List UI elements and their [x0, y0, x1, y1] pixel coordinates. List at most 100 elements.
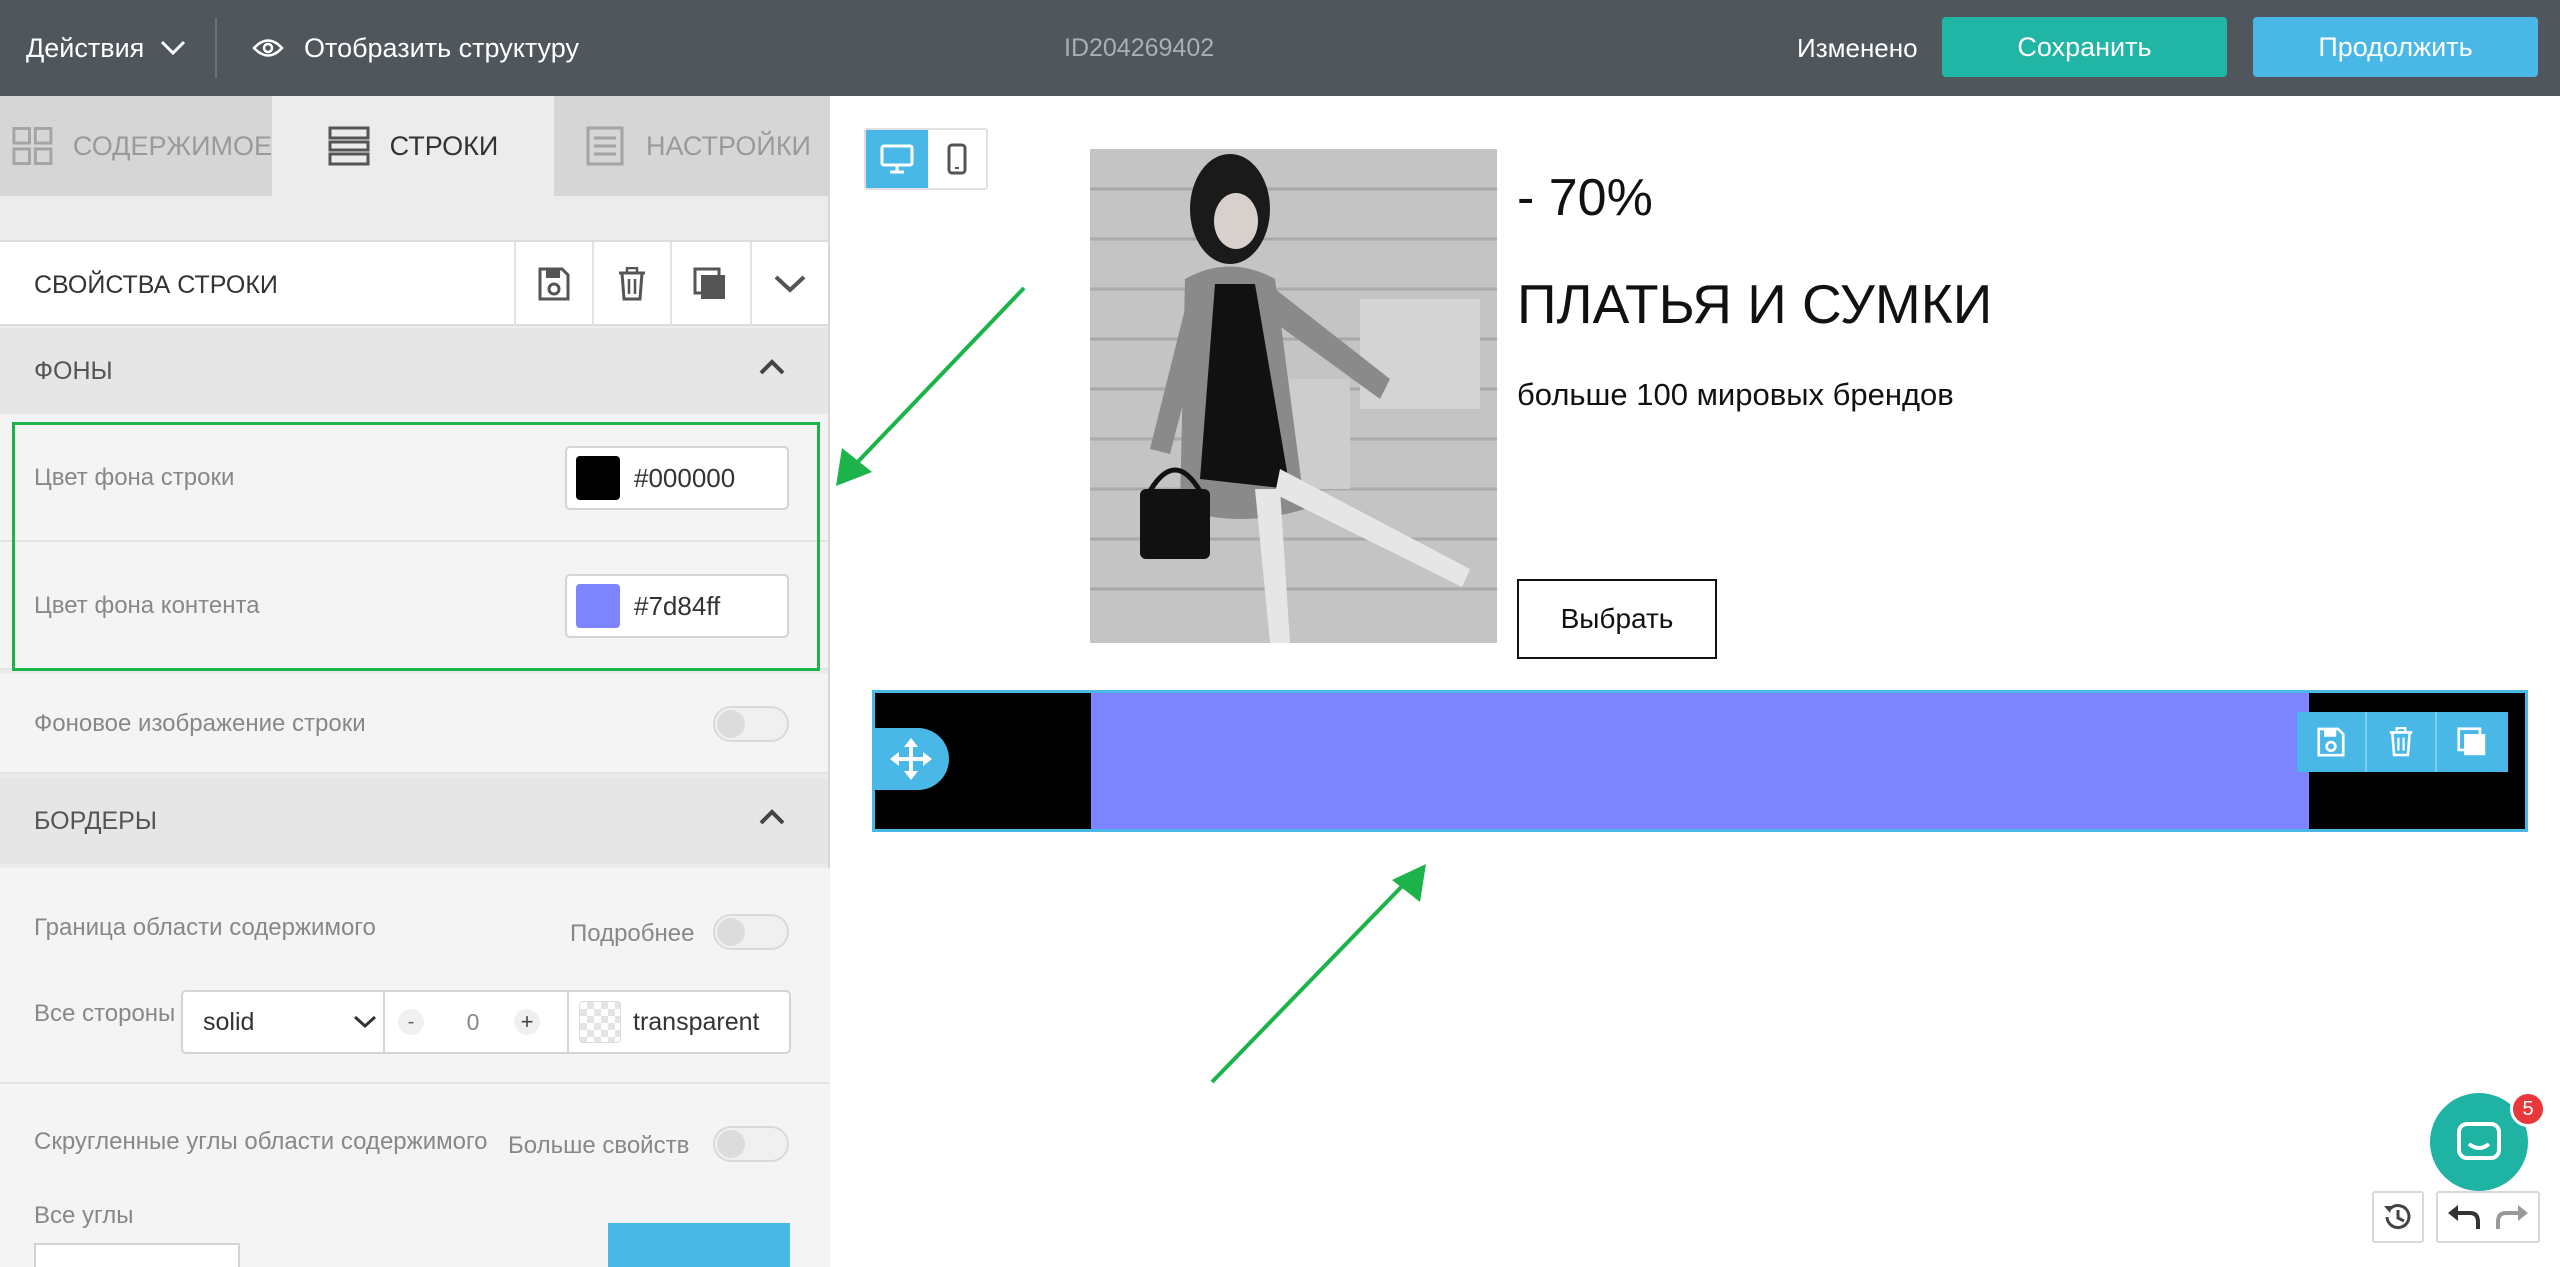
row-properties-title: СВОЙСТВА СТРОКИ [34, 270, 278, 299]
mobile-icon [947, 143, 967, 175]
border-color-value: transparent [633, 1007, 760, 1036]
borders-section-body: Граница области содержимого Подробнее Вс… [0, 868, 830, 1267]
borders-section-header[interactable]: БОРДЕРЫ [0, 778, 828, 864]
trash-icon [2389, 727, 2413, 757]
row-background-image-row: Фоновое изображение строки [0, 674, 828, 774]
eye-icon [252, 39, 284, 57]
row-toolbar [2297, 712, 2508, 772]
more-properties-toggle[interactable] [713, 1126, 789, 1162]
save-status: Изменено [1797, 32, 1918, 63]
product-photo[interactable] [1090, 149, 1497, 643]
border-color-picker[interactable]: transparent [579, 992, 789, 1052]
grid-icon [12, 127, 53, 165]
collapse-row-button[interactable] [750, 242, 828, 326]
show-structure-label: Отобразить структуру [304, 32, 579, 63]
actions-menu[interactable]: Действия [26, 0, 186, 96]
settings-doc-icon [586, 126, 624, 166]
chevron-down-icon [774, 275, 806, 293]
top-toolbar: Действия Отобразить структуру ID20426940… [0, 0, 2560, 96]
row-background-color-value: #000000 [634, 462, 736, 493]
chevron-up-icon [759, 359, 785, 375]
row-properties-header: СВОЙСТВА СТРОКИ [0, 240, 828, 326]
corner-radius-input[interactable] [34, 1243, 240, 1267]
tab-settings-label: НАСТРОЙКИ [646, 130, 811, 161]
border-more-toggle[interactable] [713, 914, 789, 950]
minus-label: - [398, 1009, 424, 1035]
row-background-color-row: Цвет фона строки #000000 [0, 414, 828, 542]
chat-icon [2457, 1122, 2501, 1160]
toolbar-divider [215, 18, 217, 78]
duplicate-icon [2457, 727, 2486, 756]
border-style-value: solid [203, 1007, 255, 1036]
tab-rows[interactable]: СТРОКИ [274, 96, 552, 196]
show-structure-button[interactable]: Отобразить структуру [252, 0, 579, 96]
border-width-input[interactable]: 0 [433, 992, 513, 1052]
border-more-label: Подробнее [570, 920, 695, 947]
color-swatch [576, 584, 620, 628]
border-width-increment[interactable]: + [513, 992, 541, 1052]
save-row-block-button[interactable] [2297, 712, 2367, 772]
all-corners-label: Все углы [34, 1202, 134, 1229]
desktop-icon [880, 144, 914, 174]
choose-button[interactable]: Выбрать [1517, 579, 1717, 659]
move-row-handle[interactable] [873, 728, 949, 790]
panel-tabs: СОДЕРЖИМОЕ СТРОКИ НАСТРОЙКИ [0, 96, 828, 196]
continue-button[interactable]: Продолжить [2253, 17, 2538, 77]
chat-notification-badge: 5 [2510, 1091, 2546, 1127]
product-heading[interactable]: ПЛАТЬЯ И СУМКИ [1517, 272, 1992, 336]
delete-row-button[interactable] [592, 242, 670, 326]
duplicate-icon [693, 267, 725, 299]
backgrounds-section-label: ФОНЫ [34, 356, 113, 385]
move-icon [890, 738, 932, 780]
row-background-image-label: Фоновое изображение строки [34, 710, 366, 737]
redo-button[interactable] [2488, 1193, 2538, 1241]
chevron-down-icon [161, 40, 186, 56]
save-icon [2317, 727, 2345, 757]
more-properties-label: Больше свойств [508, 1132, 690, 1159]
content-background-color-picker[interactable]: #7d84ff [565, 574, 789, 638]
desktop-view-button[interactable] [866, 130, 928, 188]
save-row-button[interactable] [514, 242, 592, 326]
delete-row-block-button[interactable] [2367, 712, 2437, 772]
apply-button[interactable] [608, 1223, 790, 1267]
rows-icon [328, 126, 370, 166]
redo-icon [2496, 1205, 2528, 1229]
border-controls: solid - 0 + transparent [181, 990, 791, 1054]
chevron-up-icon [759, 809, 785, 825]
mobile-view-button[interactable] [928, 130, 986, 188]
row-background-image-toggle[interactable] [713, 706, 789, 742]
duplicate-row-block-button[interactable] [2437, 712, 2507, 772]
divider [0, 1082, 830, 1084]
content-border-label: Граница области содержимого [34, 914, 376, 941]
tab-content[interactable]: СОДЕРЖИМОЕ [0, 96, 272, 196]
history-icon [2384, 1204, 2411, 1230]
chevron-down-icon [353, 1015, 377, 1029]
selected-row[interactable] [872, 690, 2528, 832]
transparent-swatch [579, 1001, 621, 1043]
save-icon [538, 267, 570, 301]
tab-settings[interactable]: НАСТРОЙКИ [554, 96, 828, 196]
border-style-select[interactable]: solid [203, 992, 383, 1052]
borders-section-label: БОРДЕРЫ [34, 806, 157, 835]
save-button[interactable]: Сохранить [1942, 17, 2227, 77]
row-background-color-label: Цвет фона строки [34, 464, 235, 491]
row-content-area[interactable] [1091, 693, 2309, 829]
tab-rows-label: СТРОКИ [389, 130, 499, 161]
row-background-color-picker[interactable]: #000000 [565, 446, 789, 510]
backgrounds-section-header[interactable]: ФОНЫ [0, 328, 828, 414]
content-background-color-value: #7d84ff [634, 590, 721, 621]
border-width-decrement[interactable]: - [397, 992, 425, 1052]
history-button[interactable] [2372, 1191, 2424, 1243]
fashion-model-image [1090, 149, 1497, 643]
duplicate-row-button[interactable] [670, 242, 748, 326]
content-background-color-row: Цвет фона контента #7d84ff [0, 542, 828, 670]
tab-content-label: СОДЕРЖИМОЕ [72, 130, 272, 161]
brands-subheading[interactable]: больше 100 мировых брендов [1517, 377, 1954, 413]
document-id: ID204269402 [1064, 33, 1215, 62]
device-switcher [864, 128, 988, 190]
undo-button[interactable] [2438, 1193, 2488, 1241]
undo-redo-group [2436, 1191, 2540, 1243]
discount-heading[interactable]: - 70% [1517, 168, 1653, 228]
rounded-corners-label: Скругленные углы области содержимого [34, 1128, 488, 1155]
content-background-color-label: Цвет фона контента [34, 592, 260, 619]
